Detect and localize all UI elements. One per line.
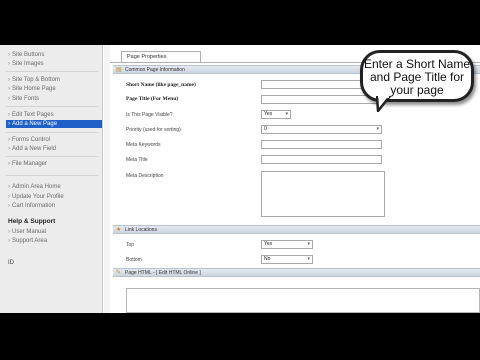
section-page-html: ✎ Page HTML - [ Edit HTML Online ] <box>113 268 480 277</box>
top-link-select[interactable]: Yes ▾ <box>261 240 313 249</box>
arrow-icon: › <box>8 61 10 67</box>
sidebar-item-user-manual[interactable]: › User Manual <box>8 228 46 236</box>
arrow-icon: › <box>8 229 10 235</box>
arrow-icon: › <box>8 238 10 244</box>
visible-select[interactable]: Yes ▾ <box>261 110 291 119</box>
sidebar-divider <box>6 156 98 157</box>
sidebar-footer: ID <box>8 260 14 266</box>
sidebar-item-cart-information[interactable]: › Cart Information <box>8 202 55 210</box>
priority-label: Priority (used for sorting) <box>126 127 181 133</box>
sidebar-item-add-new-page[interactable]: › Add a New Page <box>6 120 102 128</box>
page-title-label: Page Title (For Menu) <box>126 96 179 102</box>
sidebar-item-forms-control[interactable]: › Forms Control <box>8 136 50 144</box>
bottom-link-select[interactable]: No ▾ <box>261 255 313 264</box>
arrow-icon: › <box>8 77 10 83</box>
sidebar-item-site-buttons[interactable]: › Site Buttons <box>8 51 44 59</box>
meta-keywords-input[interactable] <box>261 140 382 149</box>
arrow-icon: › <box>8 137 10 143</box>
visible-label: Is This Page Visible? <box>126 112 173 118</box>
sidebar-item-site-top-bottom[interactable]: › Site Top & Bottom <box>8 76 60 84</box>
sidebar-item-admin-area-home[interactable]: › Admin Area Home <box>8 183 61 191</box>
meta-title-label: Meta Title <box>126 157 148 163</box>
chevron-down-icon: ▾ <box>307 256 310 262</box>
section-link-locations: ★ Link Locations <box>113 225 480 234</box>
top-link-label: Top <box>126 242 135 248</box>
sidebar-item-file-manager[interactable]: › File Manager <box>8 160 47 168</box>
sidebar: › Site Buttons › Site Images › Site Top & B… <box>0 45 103 313</box>
sidebar-divider <box>6 175 98 176</box>
meta-description-label: Meta Description <box>126 173 164 179</box>
tutorial-callout: Enter a Short Name and Page Title for yo… <box>360 50 474 102</box>
star-icon: ★ <box>116 227 122 233</box>
page-icon: ▤ <box>116 67 122 73</box>
chevron-down-icon: ▾ <box>376 126 379 132</box>
arrow-icon: › <box>8 112 10 118</box>
meta-description-textarea[interactable] <box>261 171 385 217</box>
arrow-icon: › <box>8 121 10 127</box>
help-support-heading: Help & Support <box>8 218 56 225</box>
bottom-link-label: Bottom <box>126 257 142 263</box>
arrow-icon: › <box>8 86 10 92</box>
sidebar-divider <box>6 106 98 107</box>
sidebar-item-site-home-page[interactable]: › Site Home Page <box>8 85 56 93</box>
pencil-icon: ✎ <box>116 270 122 276</box>
arrow-icon: › <box>8 161 10 167</box>
short-name-label: Short Name (like page_name) <box>126 82 196 88</box>
html-editor[interactable] <box>126 288 480 313</box>
meta-keywords-label: Meta Keywords <box>126 142 161 148</box>
sidebar-item-support-area[interactable]: › Support Area <box>8 237 47 245</box>
sidebar-item-edit-text-pages[interactable]: › Edit Text Pages <box>8 111 54 119</box>
sidebar-item-add-new-field[interactable]: › Add a New Field <box>8 145 56 153</box>
arrow-icon: › <box>8 184 10 190</box>
arrow-icon: › <box>8 146 10 152</box>
callout-tail <box>376 96 392 112</box>
priority-select[interactable]: 0 ▾ <box>261 125 382 134</box>
arrow-icon: › <box>8 203 10 209</box>
sidebar-divider <box>6 71 98 72</box>
arrow-icon: › <box>8 96 10 102</box>
chevron-down-icon: ▾ <box>307 241 310 247</box>
sidebar-item-update-profile[interactable]: › Update Your Profile <box>8 193 64 201</box>
arrow-icon: › <box>8 194 10 200</box>
sidebar-divider <box>6 132 98 133</box>
sidebar-item-site-images[interactable]: › Site Images <box>8 60 44 68</box>
meta-title-input[interactable] <box>261 155 382 164</box>
sidebar-item-site-fonts[interactable]: › Site Fonts <box>8 95 39 103</box>
chevron-down-icon: ▾ <box>285 111 288 117</box>
arrow-icon: › <box>8 52 10 58</box>
